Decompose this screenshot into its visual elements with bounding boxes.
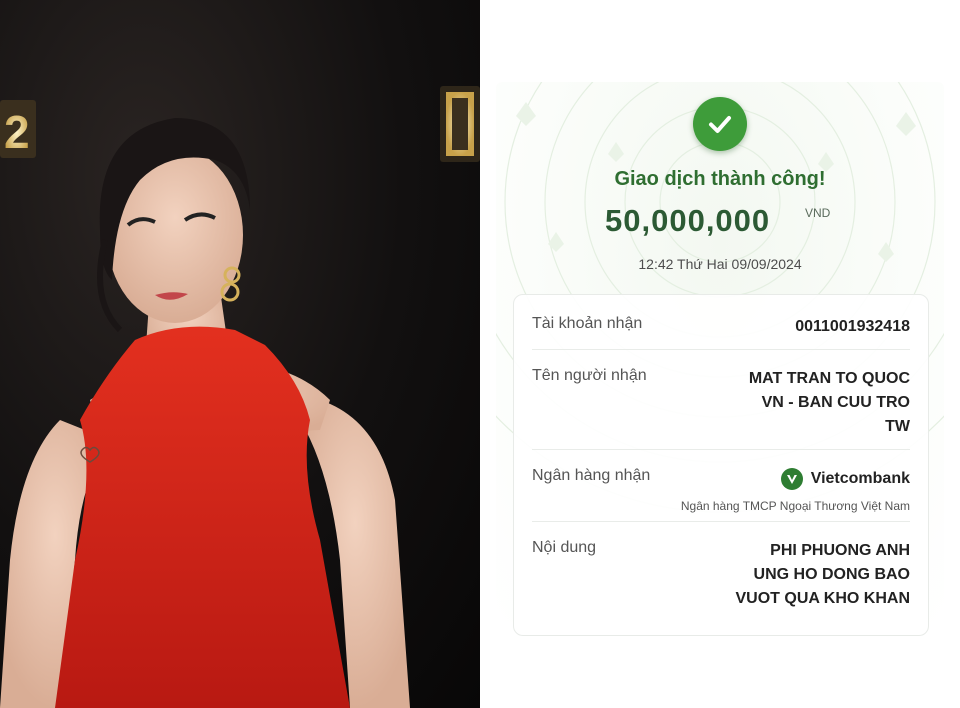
divider: [532, 521, 910, 522]
recipient-line: VN - BAN CUU TRO: [761, 394, 910, 411]
transfer-receipt: Giao dịch thành công! 50,000,000 VND 12:…: [480, 0, 960, 708]
content-line: UNG HO DONG BAO: [753, 566, 910, 583]
transaction-datetime: 12:42 Thứ Hai 09/09/2024: [638, 256, 802, 272]
svg-text:2: 2: [4, 106, 30, 158]
account-label: Tài khoản nhận: [532, 315, 643, 332]
content-line: VUOT QUA KHO KHAN: [735, 590, 910, 607]
account-number: 0011001932418: [795, 318, 910, 335]
detail-row-bank: Ngân hàng nhận Vietcombank Ngân hàng TMC…: [532, 467, 910, 519]
bank-name: Vietcombank: [810, 470, 910, 487]
bank-name-wrap: Vietcombank: [780, 467, 910, 491]
transaction-status: Giao dịch thành công!: [614, 168, 826, 190]
detail-row-content: Nội dung PHI PHUONG ANH UNG HO DONG BAO …: [532, 539, 910, 611]
success-check-icon: [693, 97, 747, 151]
divider: [532, 349, 910, 350]
recipient-line: MAT TRAN TO QUOC: [748, 370, 910, 387]
bank-full-name: Ngân hàng TMCP Ngoại Thương Việt Nam: [680, 499, 910, 513]
recipient-name: MAT TRAN TO QUOC VN - BAN CUU TRO TW: [749, 367, 910, 439]
detail-row-account: Tài khoản nhận 0011001932418: [532, 315, 910, 339]
divider: [532, 449, 910, 450]
recipient-label: Tên người nhận: [532, 367, 647, 384]
transfer-content: PHI PHUONG ANH UNG HO DONG BAO VUOT QUA …: [735, 539, 910, 611]
sign-light-left: 2: [0, 100, 36, 158]
transfer-amount: 50,000,000: [605, 203, 771, 238]
detail-row-recipient: Tên người nhận MAT TRAN TO QUOC VN - BAN…: [532, 367, 910, 439]
recipient-line: TW: [885, 418, 910, 435]
sign-light-right: [440, 86, 480, 162]
transaction-details-card: Tài khoản nhận 0011001932418 Tên người n…: [513, 294, 929, 636]
vietcombank-logo-icon: [780, 467, 803, 490]
currency-label: VND: [805, 206, 831, 220]
portrait-photo: 2: [0, 0, 480, 708]
bank-label: Ngân hàng nhận: [532, 467, 651, 484]
content-label: Nội dung: [532, 539, 597, 556]
portrait-illustration: 2: [0, 86, 480, 708]
content-line: PHI PHUONG ANH: [770, 542, 910, 559]
